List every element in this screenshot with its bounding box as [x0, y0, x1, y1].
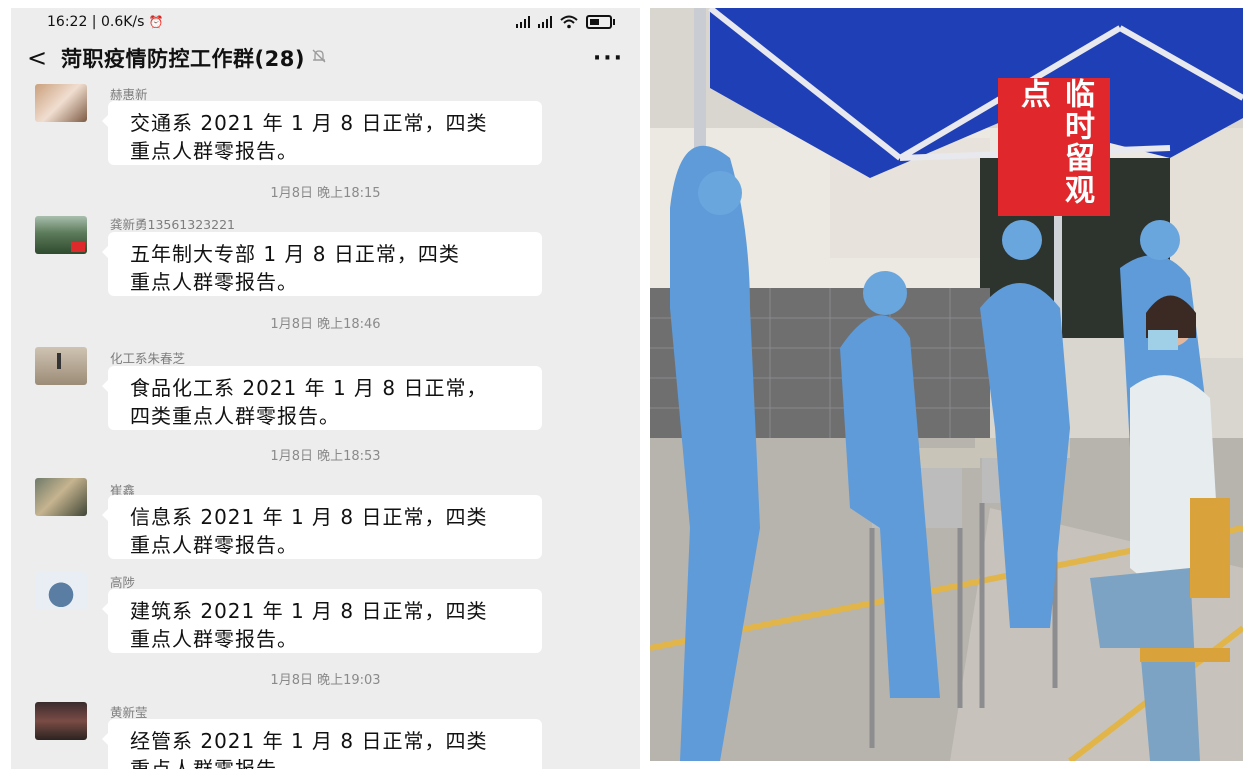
timestamp: 1月8日 晚上18:15 — [270, 186, 381, 201]
mute-icon — [311, 48, 327, 68]
signal-hd-icon — [538, 16, 552, 28]
timestamp: 1月8日 晚上18:53 — [270, 449, 381, 464]
signal-icon — [516, 16, 530, 28]
message-line: 经管系 2021 年 1 月 8 日正常，四类 — [130, 729, 488, 753]
timestamp: 1月8日 晚上18:46 — [270, 317, 381, 332]
status-bar: 16:22 | 0.6K/s ⏰ — [11, 8, 640, 36]
message-line: 重点人群零报告。 — [130, 139, 298, 163]
message-bubble[interactable]: 五年制大专部 1 月 8 日正常，四类 重点人群零报告。 — [102, 232, 542, 296]
message-line: 重点人群零报告。 — [130, 627, 298, 651]
message-bubble[interactable]: 建筑系 2021 年 1 月 8 日正常，四类 重点人群零报告。 — [102, 589, 542, 653]
chat-title: 菏职疫情防控工作群(28) — [61, 47, 305, 71]
chat-title-bar: < 菏职疫情防控工作群(28) ··· — [11, 36, 640, 80]
more-options-button[interactable]: ··· — [593, 46, 624, 71]
message-bubble[interactable]: 信息系 2021 年 1 月 8 日正常，四类 重点人群零报告。 — [102, 495, 542, 559]
message-line: 重点人群零报告。 — [130, 757, 298, 769]
message-line: 信息系 2021 年 1 月 8 日正常，四类 — [130, 505, 488, 529]
wifi-icon — [560, 15, 578, 29]
message-line: 四类重点人群零报告。 — [130, 404, 340, 428]
message-line: 建筑系 2021 年 1 月 8 日正常，四类 — [130, 599, 488, 623]
message-line: 五年制大专部 1 月 8 日正常，四类 — [130, 242, 460, 266]
message-line: 食品化工系 2021 年 1 月 8 日正常， — [130, 376, 488, 400]
message-bubble[interactable]: 交通系 2021 年 1 月 8 日正常，四类 重点人群零报告。 — [102, 101, 542, 165]
sender-name: 龚新勇13561323221 — [110, 217, 235, 232]
photo-scene — [650, 8, 1243, 761]
message-line: 交通系 2021 年 1 月 8 日正常，四类 — [130, 111, 488, 135]
message-line: 重点人群零报告。 — [130, 533, 298, 557]
observation-point-sign: 临时留观点 — [998, 78, 1110, 216]
avatar[interactable] — [35, 216, 87, 254]
message-bubble[interactable]: 经管系 2021 年 1 月 8 日正常，四类 重点人群零报告。 — [102, 719, 542, 769]
avatar[interactable] — [35, 478, 87, 516]
back-button[interactable]: < — [27, 44, 61, 72]
avatar[interactable] — [35, 572, 87, 610]
chat-screenshot: 16:22 | 0.6K/s ⏰ < 菏职疫情防控工作群(28) ··· 赫惠新… — [11, 8, 640, 769]
status-time-speed: 16:22 | 0.6K/s ⏰ — [47, 14, 164, 30]
message-bubble[interactable]: 食品化工系 2021 年 1 月 8 日正常， 四类重点人群零报告。 — [102, 366, 542, 430]
avatar[interactable] — [35, 347, 87, 385]
timestamp: 1月8日 晚上19:03 — [270, 673, 381, 688]
avatar[interactable] — [35, 84, 87, 122]
sender-name: 化工系朱春芝 — [110, 351, 186, 366]
photo-observation-point: 临时留观点 — [650, 8, 1243, 761]
battery-icon — [586, 15, 615, 29]
alarm-icon: ⏰ — [148, 15, 164, 29]
message-line: 重点人群零报告。 — [130, 270, 298, 294]
avatar[interactable] — [35, 702, 87, 740]
